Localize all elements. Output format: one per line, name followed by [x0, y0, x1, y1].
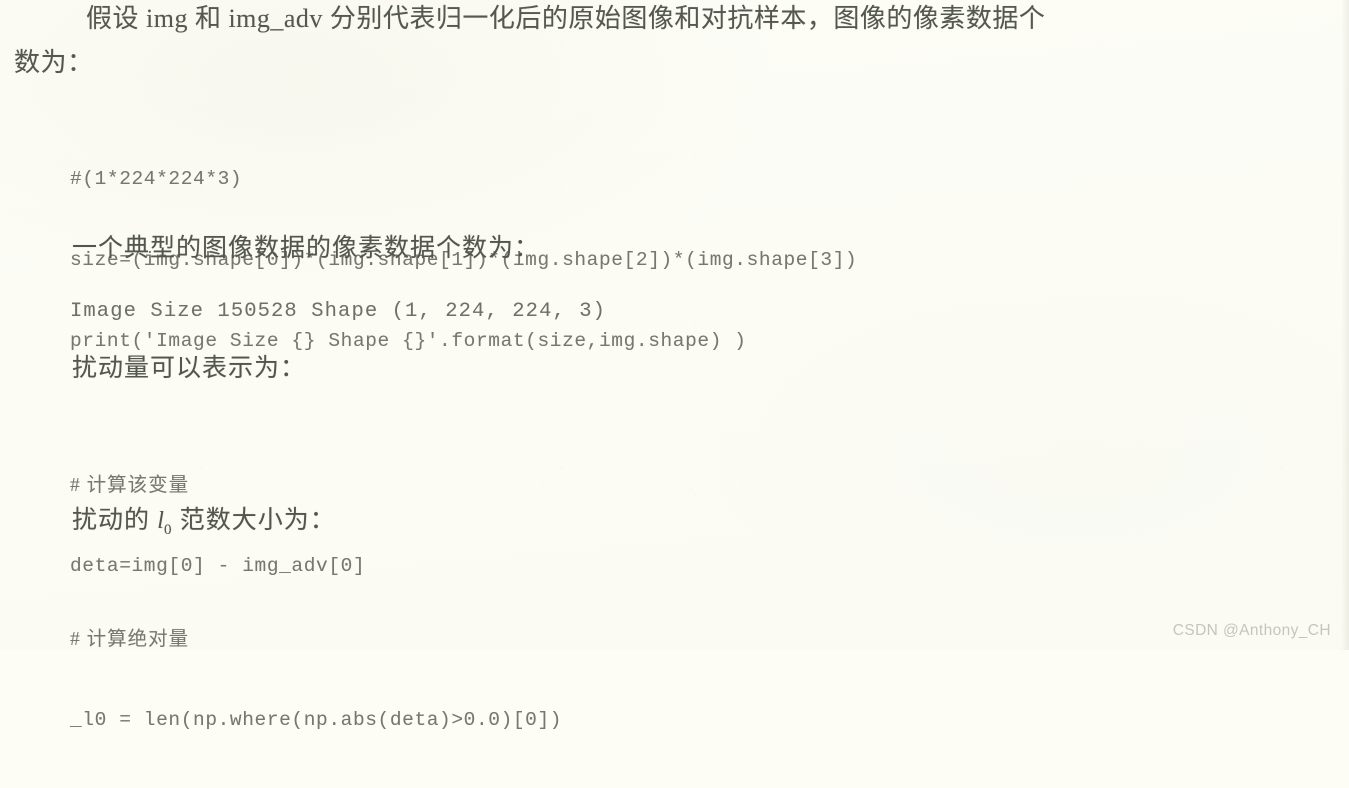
heading-l0-norm: 扰动的 l0 范数大小为：: [72, 508, 336, 538]
heading-typical-pixel-count: 一个典型的图像数据的像素数据个数为：: [72, 235, 541, 262]
csdn-watermark: CSDN @Anthony_CH: [1172, 622, 1331, 639]
intro-paragraph-line-2: 数为：: [14, 48, 94, 77]
document-content: 假设 img 和 img_adv 分别代表归一化后的原始图像和对抗样本，图像的像…: [0, 0, 1349, 732]
heading-l0-prefix: 扰动的: [72, 507, 158, 534]
heading-perturbation-expression: 扰动量可以表示为：: [72, 355, 307, 382]
intro-paragraph-line-1: 假设 img 和 img_adv 分别代表归一化后的原始图像和对抗样本，图像的像…: [86, 4, 1046, 33]
code-line-comment-absolute: # 计算绝对量: [70, 629, 190, 650]
code-line-comment-shape: #(1*224*224*3): [70, 168, 243, 190]
heading-l0-suffix: 范数大小为：: [172, 507, 336, 534]
code-line-l0-assignment: _l0 = len(np.where(np.abs(deta)>0.0)[0]): [70, 709, 563, 731]
code-line-print-statement: print('Image Size {} Shape {}'.format(si…: [70, 330, 747, 352]
code-output-image-size: Image Size 150528 Shape (1, 224, 224, 3): [70, 300, 607, 323]
l0-symbol: l: [157, 508, 164, 534]
code-block-l0-norm: # 计算绝对量 _l0 = len(np.where(np.abs(deta)>…: [70, 572, 562, 788]
code-line-comment-variable: # 计算该变量: [70, 475, 190, 496]
